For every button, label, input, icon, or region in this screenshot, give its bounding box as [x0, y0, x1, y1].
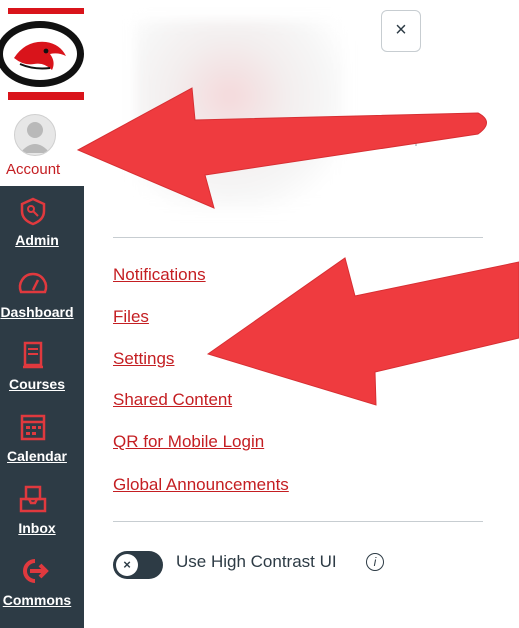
nav-item-dashboard[interactable]: Dashboard	[0, 258, 84, 324]
link-qr-mobile-login[interactable]: QR for Mobile Login	[113, 432, 264, 452]
nav-label-calendar: Calendar	[7, 448, 67, 464]
account-label: Account	[6, 161, 61, 178]
commons-arrow-icon	[23, 559, 49, 583]
link-shared-content[interactable]: Shared Content	[113, 390, 232, 410]
link-notifications[interactable]: Notifications	[113, 265, 206, 285]
divider	[113, 521, 483, 522]
speedometer-icon	[18, 272, 48, 294]
inbox-icon	[19, 485, 47, 513]
avatar	[14, 114, 56, 156]
info-icon[interactable]: i	[366, 553, 384, 571]
logo-top-bar	[8, 8, 84, 14]
divider	[113, 237, 483, 238]
nav-item-calendar[interactable]: Calendar	[0, 402, 84, 468]
calendar-icon	[20, 414, 46, 441]
close-button[interactable]: ×	[381, 10, 421, 52]
nav-label-commons: Commons	[2, 592, 72, 608]
logo-bottom-bar	[8, 92, 84, 100]
scroll-edge	[415, 130, 417, 146]
nav-account[interactable]: Account	[0, 104, 84, 184]
nav-label-admin: Admin	[15, 232, 59, 248]
school-logo[interactable]	[0, 8, 84, 104]
user-avatar-icon	[20, 122, 50, 153]
link-global-announcements[interactable]: Global Announcements	[113, 475, 289, 495]
global-nav: Account Admin Dashboard Courses Calendar…	[0, 0, 84, 628]
link-settings[interactable]: Settings	[113, 349, 174, 369]
hawk-logo-icon	[0, 21, 84, 87]
nav-item-inbox[interactable]: Inbox	[0, 474, 84, 540]
nav-label-inbox: Inbox	[18, 520, 56, 536]
scroll-edge	[415, 330, 417, 346]
high-contrast-label: Use High Contrast UI	[176, 552, 337, 571]
nav-list: Admin Dashboard Courses Calendar Inbox C…	[0, 186, 84, 628]
link-files[interactable]: Files	[113, 307, 149, 327]
nav-label-dashboard: Dashboard	[0, 304, 74, 320]
shield-key-icon	[20, 197, 46, 226]
nav-label-courses: Courses	[8, 376, 66, 392]
nav-item-admin[interactable]: Admin	[0, 186, 84, 252]
high-contrast-toggle[interactable]: ×	[113, 551, 163, 579]
book-icon	[23, 341, 43, 369]
blurred-profile-area	[135, 20, 345, 210]
toggle-x-icon: ×	[116, 554, 138, 576]
nav-item-courses[interactable]: Courses	[0, 330, 84, 396]
nav-item-commons[interactable]: Commons	[0, 546, 84, 612]
